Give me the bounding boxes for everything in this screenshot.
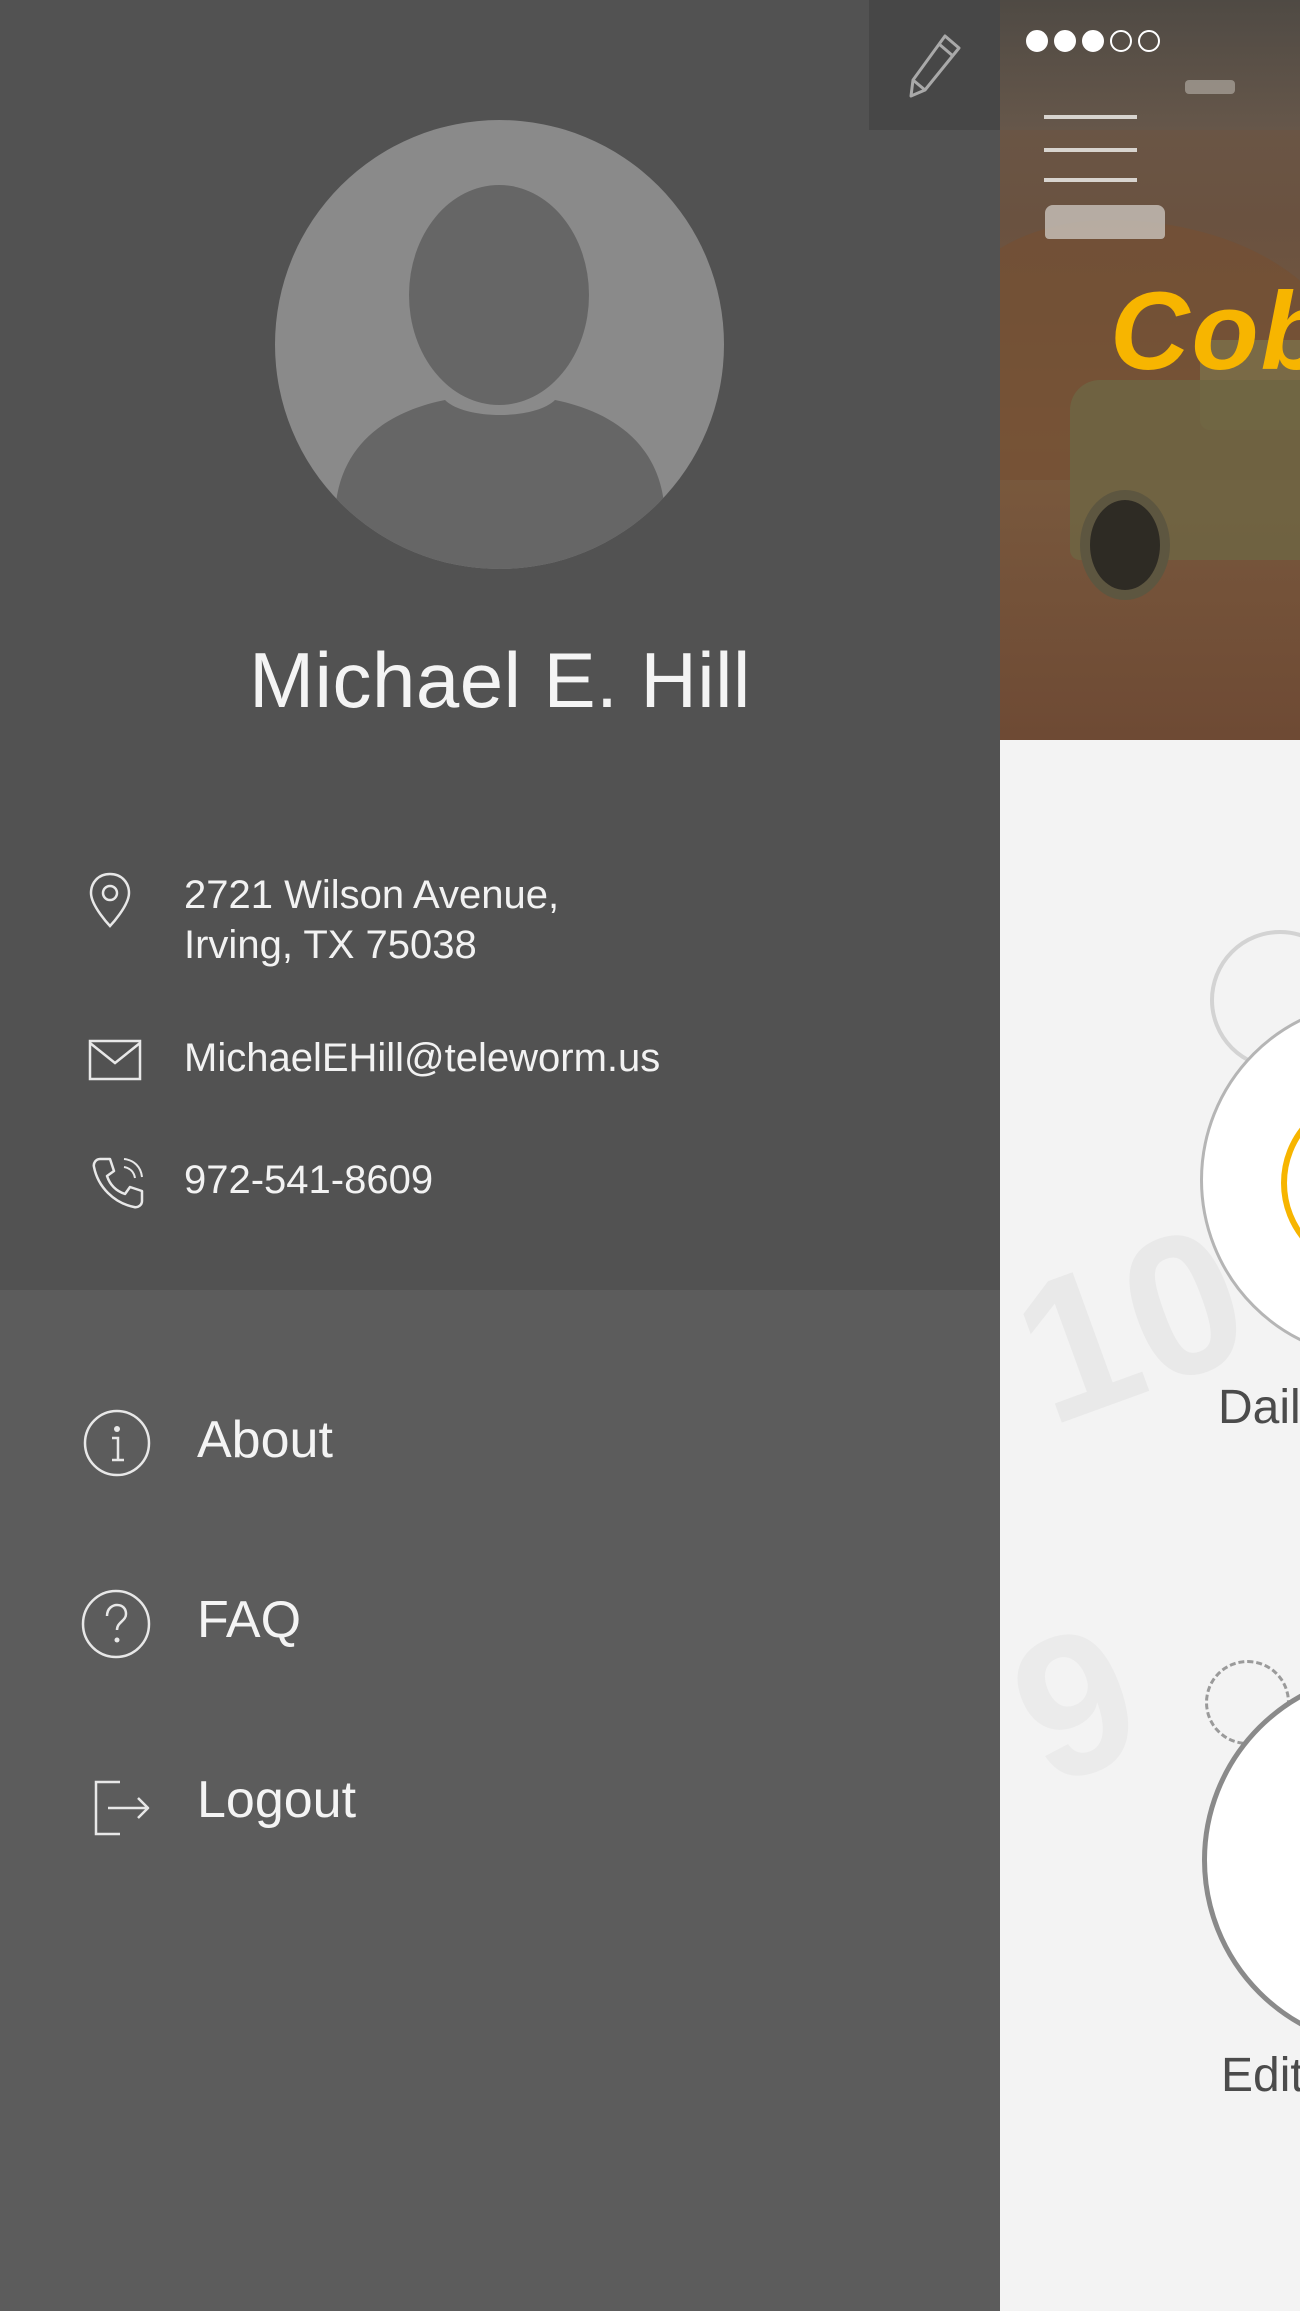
main-content: Cob 10 9 Dail Edit bbox=[1000, 0, 1300, 2311]
phone-row[interactable]: 972-541-8609 bbox=[0, 1155, 1000, 1215]
menu-item-about-label: About bbox=[197, 1411, 333, 1469]
location-pin-icon bbox=[89, 872, 131, 928]
decorative-number: 9 bbox=[1000, 1580, 1166, 1829]
page-dot bbox=[1054, 30, 1076, 52]
hero-sky bbox=[1000, 0, 1300, 130]
navigation-drawer: Michael E. Hill 2721 Wilson Avenue, Irvi… bbox=[0, 0, 1000, 2311]
hero-tractor-wheel bbox=[1080, 490, 1170, 600]
hero-truck bbox=[1045, 205, 1165, 239]
envelope-icon bbox=[88, 1039, 142, 1081]
phone-icon bbox=[92, 1157, 144, 1209]
pencil-icon bbox=[909, 34, 960, 98]
hero-car bbox=[1185, 80, 1235, 94]
page-dot bbox=[1110, 30, 1132, 52]
page-dot bbox=[1026, 30, 1048, 52]
page-dot bbox=[1138, 30, 1160, 52]
menu-item-faq-label: FAQ bbox=[197, 1591, 302, 1649]
hamburger-line bbox=[1044, 148, 1137, 152]
email-text[interactable]: MichaelEHill@teleworm.us bbox=[184, 1033, 660, 1083]
menu-toggle-button[interactable] bbox=[1044, 115, 1137, 185]
hamburger-line bbox=[1044, 178, 1137, 182]
menu-item-about[interactable]: About bbox=[0, 1378, 1000, 1498]
info-circle-icon bbox=[83, 1409, 151, 1477]
user-name: Michael E. Hill bbox=[249, 636, 751, 724]
email-row[interactable]: MichaelEHill@teleworm.us bbox=[0, 1033, 1000, 1093]
edit-profile-button[interactable] bbox=[869, 0, 1000, 130]
phone-text[interactable]: 972-541-8609 bbox=[184, 1155, 433, 1205]
menu-item-logout-label: Logout bbox=[197, 1771, 357, 1829]
person-silhouette-icon bbox=[335, 185, 665, 569]
question-circle-icon bbox=[81, 1589, 151, 1659]
hero-banner: Cob bbox=[1000, 0, 1300, 740]
brand-logo-text: Cob bbox=[1110, 270, 1300, 393]
daily-card-accent-ring bbox=[1281, 1093, 1300, 1273]
daily-card-label[interactable]: Dail bbox=[1218, 1380, 1300, 1435]
page-dot bbox=[1082, 30, 1104, 52]
page-indicator bbox=[1026, 30, 1160, 52]
address-line-2: Irving, TX 75038 bbox=[184, 923, 477, 967]
edit-card-label[interactable]: Edit bbox=[1221, 2048, 1300, 2103]
menu-item-faq[interactable]: FAQ bbox=[0, 1558, 1000, 1678]
avatar[interactable] bbox=[275, 120, 724, 569]
menu-item-logout[interactable]: Logout bbox=[0, 1738, 1000, 1858]
hamburger-line bbox=[1044, 115, 1137, 119]
profile-section: Michael E. Hill 2721 Wilson Avenue, Irvi… bbox=[0, 0, 1000, 1290]
address-row: 2721 Wilson Avenue, Irving, TX 75038 bbox=[0, 870, 1000, 980]
address-line-1: 2721 Wilson Avenue, bbox=[184, 873, 560, 917]
logout-arrow-icon bbox=[94, 1780, 150, 1836]
dashboard-cards: 10 9 Dail Edit bbox=[1000, 740, 1300, 2311]
